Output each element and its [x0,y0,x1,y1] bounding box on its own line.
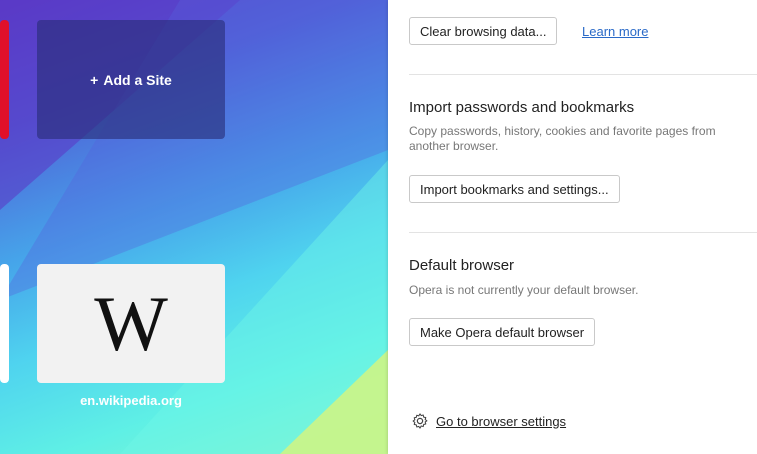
add-site-label: Add a Site [103,71,172,88]
import-description: Copy passwords, history, cookies and fav… [409,124,716,153]
browser-settings-link[interactable]: Go to browser settings [411,412,566,430]
speed-dial-tile-partial[interactable] [0,264,9,383]
import-bookmarks-button[interactable]: Import bookmarks and settings... [409,175,620,203]
wikipedia-logo-icon: W [94,279,168,367]
settings-panel: Clear browsing data... Learn more Import… [388,0,757,454]
learn-more-link[interactable]: Learn more [582,24,648,39]
default-browser-heading: Default browser [409,257,515,274]
speed-dial-tile-partial[interactable] [0,20,9,139]
gear-icon [412,413,428,429]
section-divider [409,232,757,233]
clear-browsing-data-button[interactable]: Clear browsing data... [409,17,558,45]
wikipedia-tile[interactable]: W [37,264,225,383]
make-default-browser-button[interactable]: Make Opera default browser [409,318,596,346]
import-heading: Import passwords and bookmarks [409,99,635,116]
speed-dial-background: + Add a Site W en.wikipedia.org [0,0,388,454]
section-divider [409,74,757,75]
browser-settings-label: Go to browser settings [436,413,567,429]
wikipedia-tile-label: en.wikipedia.org [80,393,182,408]
add-site-button[interactable]: + Add a Site [37,20,225,139]
plus-icon: + [90,71,99,88]
default-browser-description: Opera is not currently your default brow… [409,283,639,297]
